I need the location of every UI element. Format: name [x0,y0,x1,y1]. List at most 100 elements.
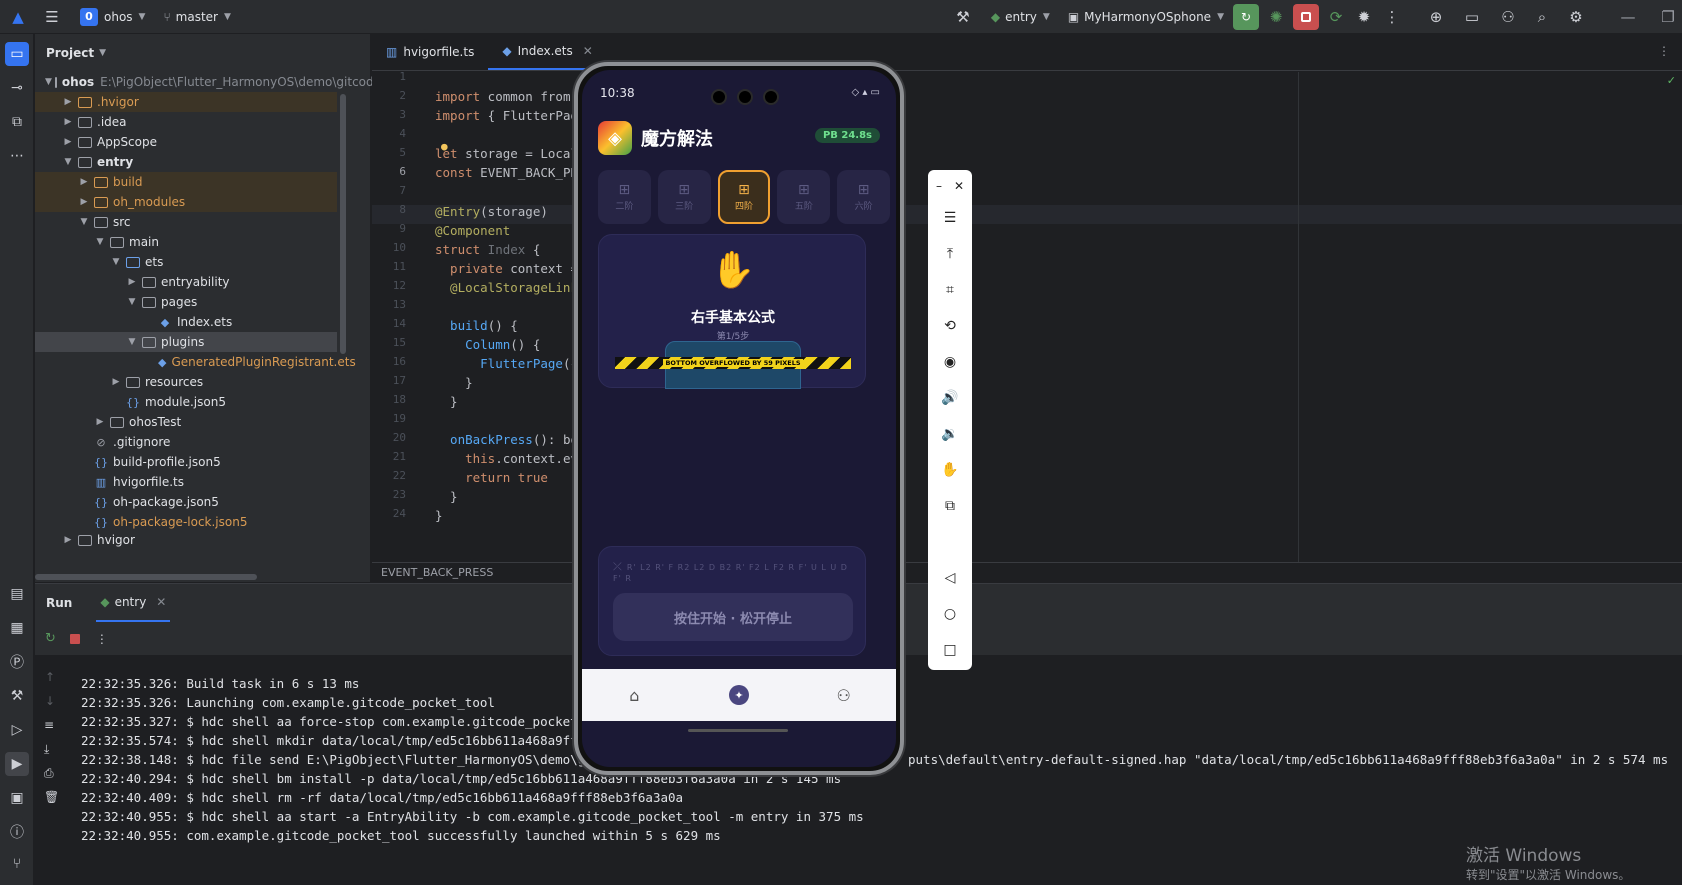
main-menu-icon[interactable]: ☰ [38,4,66,30]
close-icon[interactable]: ✕ [583,44,593,58]
app-logo-icon[interactable]: ▲ [4,4,32,30]
rotate-icon[interactable]: ⟲ [938,314,962,338]
level-6x6-button[interactable]: ⊞ 六阶 [837,170,890,224]
chevron-right-icon[interactable]: ▶ [109,377,123,387]
shake-icon[interactable]: ✋ [938,458,962,482]
tree-row[interactable]: ▼ entry [35,152,337,172]
home-indicator[interactable] [688,729,788,732]
horizontal-scrollbar[interactable] [35,574,257,580]
line-number[interactable]: 16 [393,355,406,368]
line-number[interactable]: 12 [393,279,406,292]
chevron-right-icon[interactable]: ▶ [93,417,107,427]
crop-screenshot-icon[interactable]: ⌗ [938,278,962,302]
more-actions-icon[interactable]: ⋮ [96,632,108,646]
back-icon[interactable]: ◁ [938,566,962,590]
line-number[interactable]: 11 [393,260,406,273]
structure-icon[interactable]: ⧉ [5,110,29,134]
tree-row[interactable]: ▼ plugins [35,332,337,352]
restore-window-icon[interactable]: ❐ [1654,4,1682,30]
tree-row[interactable]: ▼ src [35,212,337,232]
stop-icon[interactable] [69,633,80,644]
level-3x3-button[interactable]: ⊞ 三阶 [657,170,711,224]
chevron-down-icon[interactable]: ▼ [109,257,123,267]
line-number[interactable]: 1 [399,70,406,83]
tab-run-entry[interactable]: ◆ entry ✕ [96,584,171,622]
chevron-down-icon[interactable]: ▼ [77,217,91,227]
search-icon[interactable]: ⌕ [1528,4,1556,30]
record-icon[interactable]: ◉ [938,350,962,374]
profiler-icon[interactable]: Ⓟ [5,650,29,674]
account-icon[interactable]: ⚇ [1494,4,1522,30]
project-switcher[interactable]: 0 ohos ▼ [74,4,151,30]
tree-row[interactable]: {} build-profile.json5 [35,452,337,472]
folder-icon[interactable]: ▭ [1458,4,1486,30]
line-number[interactable]: 13 [393,298,406,311]
chevron-right-icon[interactable]: ▶ [61,117,75,127]
pin-top-icon[interactable]: ⤒ [938,242,962,266]
tree-row[interactable]: ◆ GeneratedPluginRegistrant.ets [35,352,356,372]
shuffle-icon[interactable]: ⤫ [613,560,623,573]
inspection-ok-icon[interactable]: ✓ [1667,74,1676,87]
line-number[interactable]: 24 [393,507,406,520]
tree-row[interactable]: ▶ ohosTest [35,412,337,432]
chevron-down-icon[interactable]: ▼ [61,157,75,167]
line-number[interactable]: 21 [393,450,406,463]
line-number[interactable]: 8 [399,203,406,216]
project-panel-header[interactable]: Project ▼ [35,34,370,72]
profile-icon[interactable]: ⚇ [829,680,859,710]
more-actions-icon[interactable]: ⋮ [1378,4,1406,30]
compass-icon[interactable]: ✦ [724,680,754,710]
level-4x4-button[interactable]: ⊞ 四阶 [717,170,771,224]
line-number[interactable]: 23 [393,488,406,501]
line-number[interactable]: 17 [393,374,406,387]
line-number[interactable]: 19 [393,412,406,425]
tree-row[interactable]: {} module.json5 [35,392,337,412]
tree-row[interactable]: ⊘ .gitignore [35,432,337,452]
menu-icon[interactable]: ☰ [938,206,962,230]
chevron-down-icon[interactable]: ▼ [125,337,139,347]
run-tool-icon[interactable]: ▶ [5,752,29,776]
home-icon[interactable]: ⌂ [619,680,649,710]
scroll-to-end-icon[interactable]: ⤓ [44,742,49,757]
tree-row-root[interactable]: ▼ ohos E:\PigObject\Flutter_HarmonyOS\de… [35,72,387,92]
tree-row[interactable]: {} oh-package.json5 [35,492,337,512]
bookmarks-icon[interactable]: ▤ [5,582,29,606]
level-2x2-button[interactable]: ⊞ 二阶 [598,170,651,224]
tree-row[interactable]: ▶ hvigor [35,532,337,548]
layout-inspector-icon[interactable]: ▦ [5,616,29,640]
chevron-down-icon[interactable]: ▼ [93,237,107,247]
tab-index-ets[interactable]: ◆ Index.ets ✕ [488,34,607,70]
breadcrumb-item[interactable]: EVENT_BACK_PRESS [381,566,493,579]
chevron-down-icon[interactable]: ▼ [45,77,52,87]
chevron-right-icon[interactable]: ▶ [77,177,91,187]
home-circle-icon[interactable]: ○ [938,602,962,626]
tree-row[interactable]: ▥ hvigorfile.ts [35,472,337,492]
terminal-icon[interactable]: ▣ [5,786,29,810]
line-number[interactable]: 10 [393,241,406,254]
device-selector[interactable]: ▣ MyHarmonyOSphone ▼ [1062,4,1230,30]
more-tools-icon[interactable]: ⋯ [5,144,29,168]
tree-row[interactable]: {} oh-package-lock.json5 [35,512,337,532]
minimize-window-icon[interactable]: — [1614,4,1642,30]
tree-row[interactable]: ▼ main [35,232,337,252]
recents-icon[interactable]: □ [938,638,962,662]
line-number[interactable]: 6 [399,165,406,178]
tree-row[interactable]: ▶ entryability [35,272,337,292]
arrow-up-icon[interactable]: ↑ [45,670,55,684]
rerun-icon[interactable]: ↻ [45,631,56,646]
debug-icon[interactable]: ✺ [1262,4,1290,30]
commit-icon[interactable]: ⊸ [5,76,29,100]
chevron-right-icon[interactable]: ▶ [61,97,75,107]
project-view-icon[interactable]: ▭ [5,42,29,66]
tree-row[interactable]: ▶ .hvigor [35,92,337,112]
line-number[interactable]: 7 [399,184,406,197]
line-number[interactable]: 5 [399,146,406,159]
line-number[interactable]: 22 [393,469,406,482]
close-icon[interactable]: ✕ [156,595,166,609]
tree-row[interactable]: ▶ build [35,172,337,192]
rerun-button[interactable]: ↻ [1233,3,1259,30]
chevron-right-icon[interactable]: ▶ [77,197,91,207]
vertical-scrollbar[interactable] [340,94,346,354]
tree-row[interactable]: ▼ ets [35,252,337,272]
chevron-down-icon[interactable]: ▼ [125,297,139,307]
